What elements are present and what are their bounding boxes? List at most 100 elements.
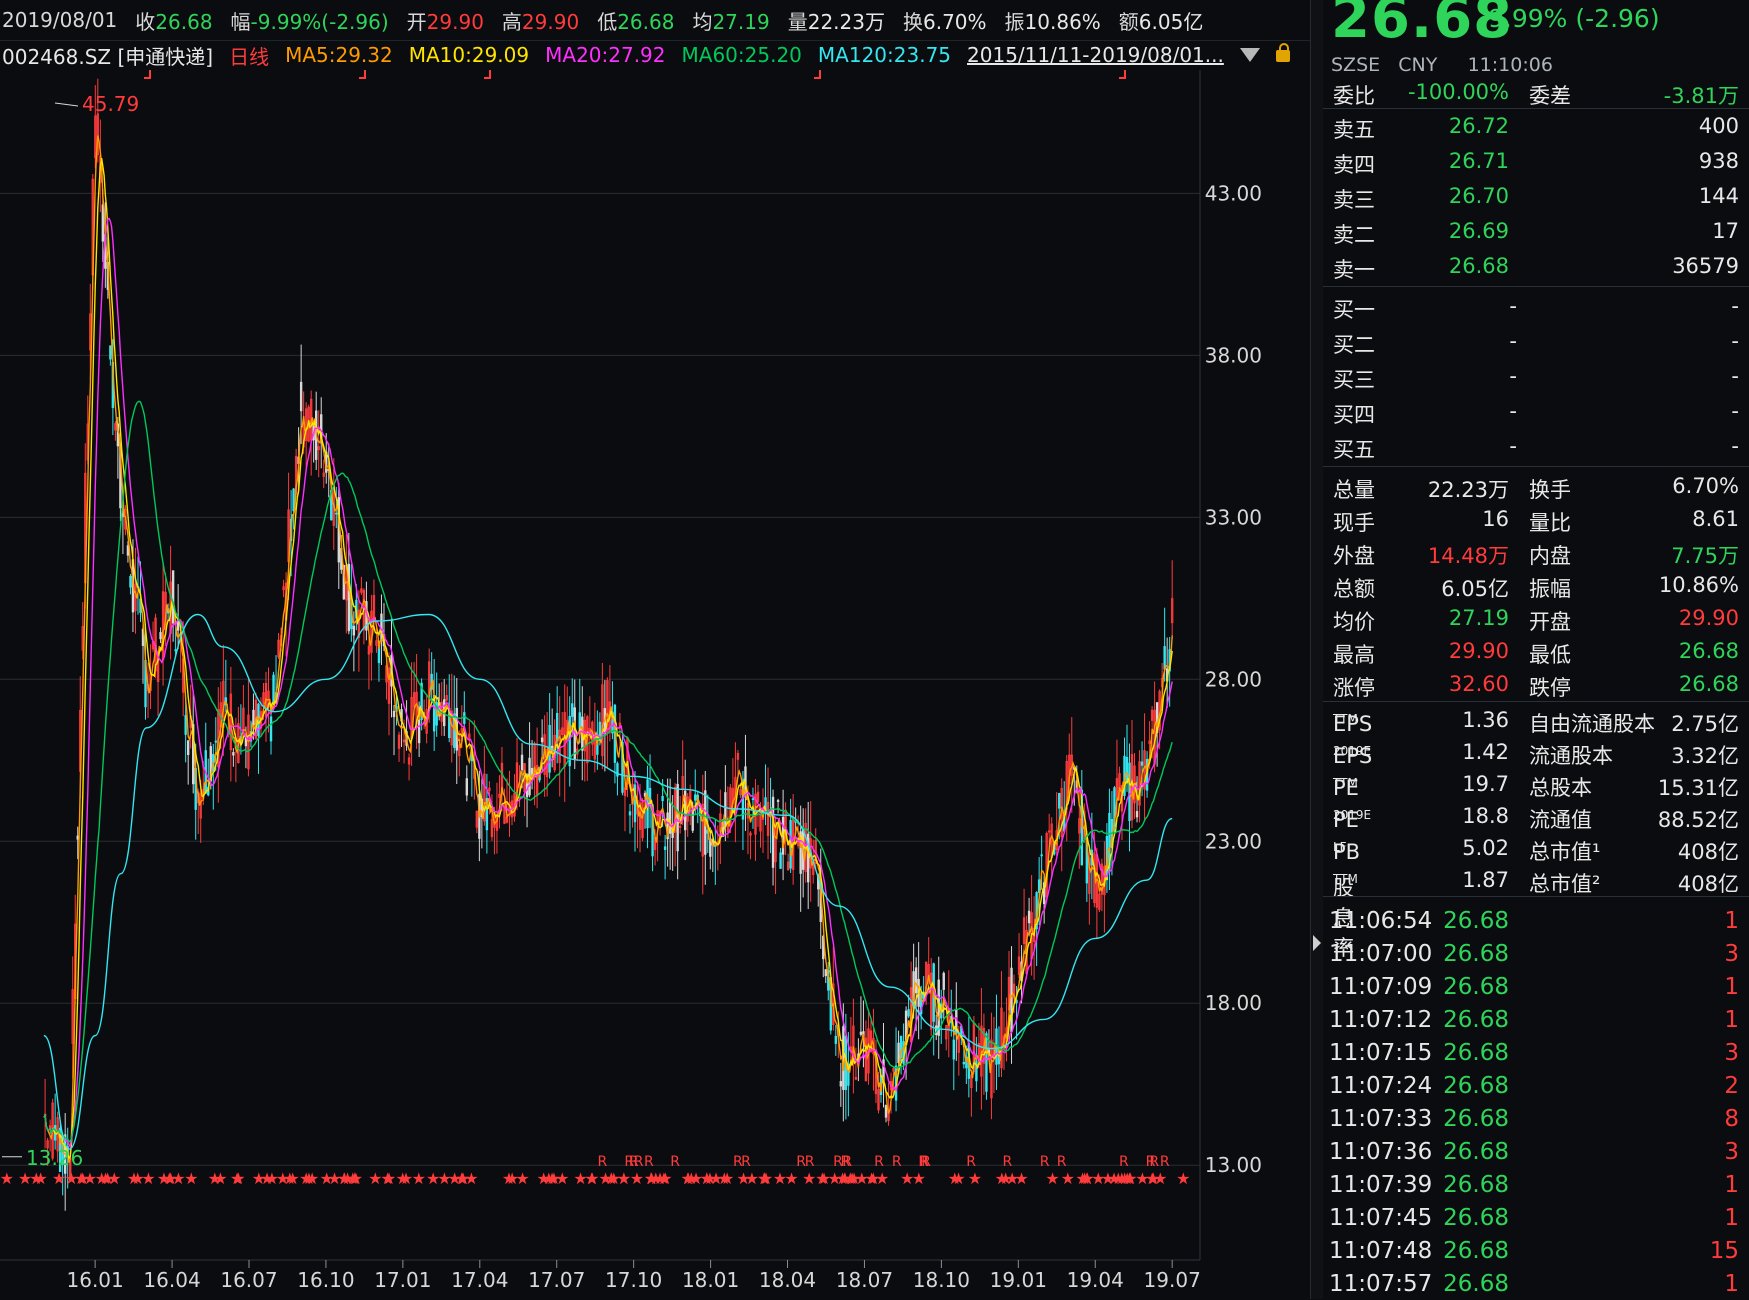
tick-price: 26.68 — [1443, 1007, 1509, 1033]
event-star-marker: ★ — [208, 1169, 222, 1188]
event-star-marker: ★ — [426, 1169, 440, 1188]
ask-volume: 144 — [1698, 184, 1739, 208]
candle-body — [1135, 811, 1139, 818]
volume-field: 量22.23万 — [787, 9, 885, 34]
candle-body — [171, 570, 175, 624]
tick-price: 26.68 — [1443, 1073, 1509, 1099]
event-r-marker: R — [842, 1154, 852, 1170]
turnover-field: 换6.70% — [902, 9, 987, 34]
event-r-marker: R — [1002, 1154, 1012, 1170]
price-change: -9.99% (-2.96) — [1479, 4, 1660, 33]
bid-label: 买一 — [1333, 298, 1375, 322]
candle-body — [1027, 910, 1031, 924]
fundamental-row: 股息率 TTM 1.87 总市值² 408亿 — [1323, 864, 1749, 960]
candle-body — [1140, 761, 1144, 766]
event-star-marker: ★ — [412, 1169, 426, 1188]
event-r-marker: R — [966, 1154, 976, 1170]
stat-value: 26.68 — [1678, 639, 1739, 663]
fund-value: 2.75亿 — [1671, 712, 1739, 736]
candle-body — [897, 1042, 900, 1064]
y-tick-label: 33.00 — [1205, 505, 1262, 529]
ma120-label: MA120:23.75 — [817, 43, 952, 67]
tick-price: 26.68 — [1443, 1106, 1509, 1132]
event-r-marker: R — [1119, 1154, 1129, 1170]
ask-price: 26.72 — [1448, 114, 1509, 138]
tick-volume: 1 — [1724, 908, 1739, 934]
event-r-marker: R — [919, 1154, 929, 1170]
trade-tick-row: 11:07:24 26.68 2 — [1323, 1069, 1749, 1102]
candle-body — [834, 1035, 838, 1044]
fund-value: 1.36 — [1462, 708, 1509, 732]
exchange-label: SZSE — [1331, 54, 1381, 76]
collapse-arrow-icon[interactable] — [1313, 935, 1321, 951]
event-star-marker: ★ — [0, 1169, 14, 1188]
ask-price: 26.70 — [1448, 184, 1509, 208]
candle-body — [109, 345, 112, 360]
tick-time: 11:07:36 — [1329, 1139, 1433, 1165]
date-range-selector[interactable]: 2015/11/11-2019/08/01... — [967, 43, 1224, 67]
y-tick-label: 38.00 — [1205, 343, 1262, 367]
fundamental-row: PE 2019E 18.8 流通值 88.52亿 — [1323, 800, 1749, 832]
stat-row: 总量 22.23万 换手 6.70% — [1323, 470, 1749, 502]
ask-volume: 17 — [1712, 219, 1739, 243]
stat-value: 8.61 — [1692, 507, 1739, 531]
trade-tick-row: 11:07:00 26.68 3 — [1323, 937, 1749, 970]
event-star-marker: ★ — [399, 1169, 413, 1188]
candle-body — [691, 809, 694, 831]
tick-time: 11:07:24 — [1329, 1073, 1433, 1099]
event-r-marker: R — [597, 1154, 607, 1170]
candle-body — [101, 204, 105, 242]
candle-body — [417, 719, 421, 744]
fund-sup: TTM — [1333, 776, 1358, 790]
price-chart[interactable]: 43.00 38.00 33.00 28.00 23.00 18.00 13.00 16.01… — [0, 70, 1310, 1299]
event-star-marker: ★ — [773, 1169, 787, 1188]
event-star-marker: ★ — [758, 1169, 772, 1188]
ask-price: 26.69 — [1448, 219, 1509, 243]
lock-icon[interactable] — [1275, 43, 1290, 62]
stat-value: 27.19 — [1448, 606, 1509, 630]
trade-tick-row: 11:07:48 26.68 15 — [1323, 1234, 1749, 1267]
period-selector[interactable]: 日线 — [229, 41, 269, 70]
ma5-line — [43, 135, 1173, 1164]
stat-row: 外盘 14.48万 内盘 7.75万 — [1323, 536, 1749, 568]
candle-body — [129, 576, 132, 588]
candle-body — [292, 488, 295, 512]
event-star-marker: ★ — [1091, 1169, 1105, 1188]
fund-label: 总市值² — [1529, 872, 1601, 896]
top-flag-marker — [814, 70, 821, 79]
candle-body — [520, 754, 524, 771]
event-star-marker: ★ — [1061, 1169, 1075, 1188]
dropdown-triangle-icon[interactable] — [1239, 48, 1260, 62]
fund-value: 408亿 — [1677, 872, 1739, 896]
tick-time: 11:07:33 — [1329, 1106, 1433, 1132]
event-star-marker: ★ — [745, 1169, 759, 1188]
quote-panel: 26.68 -9.99% (-2.96) SZSE CNY 11:10:06 委… — [1323, 0, 1749, 1299]
candle-body — [1040, 854, 1043, 857]
bid-row: 买四 - - — [1323, 395, 1749, 427]
event-r-marker: R — [1160, 1154, 1170, 1170]
stat-label: 均价 — [1333, 610, 1375, 634]
candle-body — [184, 715, 187, 735]
trade-tick-row: 11:07:12 26.68 1 — [1323, 1003, 1749, 1036]
stat-value: 10.86% — [1658, 573, 1739, 597]
tick-time: 11:06:54 — [1329, 908, 1433, 934]
x-tick-label: 18.10 — [913, 1268, 970, 1292]
event-star-marker: ★ — [658, 1169, 672, 1188]
bid-row: 买一 - - — [1323, 290, 1749, 322]
stat-label: 换手 — [1529, 478, 1571, 502]
event-r-marker: R — [833, 1154, 843, 1170]
close-field: 收26.68 — [135, 9, 213, 34]
open-field: 开29.90 — [406, 9, 484, 34]
bid-volume: - — [1731, 294, 1739, 318]
tick-volume: 1 — [1724, 1205, 1739, 1231]
panel-splitter[interactable] — [1310, 0, 1324, 1299]
candle-body — [694, 794, 697, 801]
candle-body — [578, 712, 581, 730]
candle-body — [942, 972, 945, 990]
bid-price: - — [1509, 364, 1517, 388]
candle-body — [952, 1039, 955, 1060]
y-tick-label: 28.00 — [1205, 667, 1262, 691]
stat-value: 22.23万 — [1427, 478, 1509, 502]
event-star-marker: ★ — [18, 1169, 32, 1188]
amplitude-field: 振10.86% — [1004, 9, 1101, 34]
